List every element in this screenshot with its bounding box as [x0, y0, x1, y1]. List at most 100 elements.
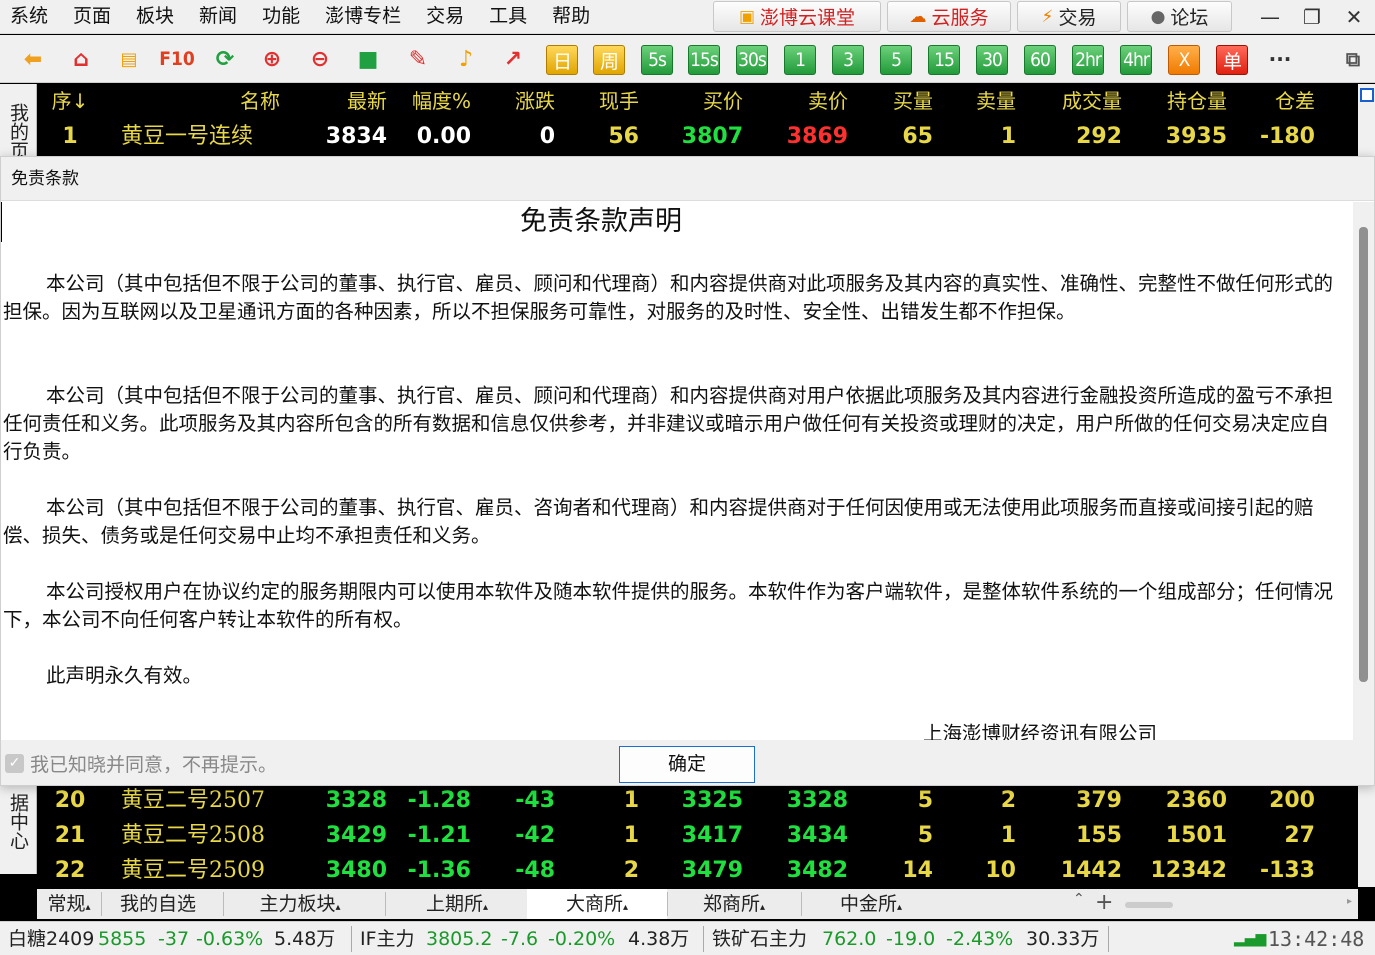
- cloud-service-button[interactable]: ☁ 云服务: [887, 1, 1011, 32]
- tab-general[interactable]: 常规▴: [37, 889, 101, 919]
- dialog-scroll-thumb[interactable]: [1359, 227, 1368, 682]
- agree-checkbox[interactable]: ✓ 我已知晓并同意，不再提示。: [5, 750, 277, 777]
- trade-button[interactable]: ⚡ 交易: [1017, 1, 1121, 32]
- dialog-scrollbar[interactable]: [1353, 202, 1374, 740]
- period-30m-button[interactable]: 30: [976, 45, 1008, 75]
- signal-icon: ▂▄▆: [1234, 931, 1267, 947]
- menu-system[interactable]: 系统: [0, 0, 48, 34]
- minimize-icon[interactable]: —: [1249, 0, 1291, 34]
- clock: 13:42:48: [1268, 927, 1365, 951]
- period-3m-button[interactable]: 3: [832, 45, 864, 75]
- col-bid[interactable]: 买价: [653, 84, 743, 119]
- zoom-out-icon[interactable]: ⊖: [305, 44, 335, 74]
- tab-divider: [101, 892, 102, 916]
- row-volume: 292: [1076, 124, 1122, 149]
- collapse-up-icon[interactable]: ⌃: [1073, 891, 1085, 907]
- more-icon[interactable]: ···: [1265, 44, 1295, 74]
- window-stack-icon[interactable]: ■: [353, 44, 383, 74]
- column-settings-icon[interactable]: [1360, 88, 1374, 102]
- row-volume: 155: [1076, 823, 1122, 848]
- col-ask[interactable]: 卖价: [758, 84, 848, 119]
- row-oi: 3935: [1165, 124, 1227, 149]
- period-60m-button[interactable]: 60: [1024, 45, 1056, 75]
- tab-label: 上期所: [425, 893, 483, 915]
- period-15s-button[interactable]: 15s: [688, 45, 720, 75]
- period-5m-button[interactable]: 5: [880, 45, 912, 75]
- window-controls: — ❐ ✕: [1249, 0, 1375, 34]
- tab-cffex[interactable]: 中金所▴: [803, 889, 939, 919]
- period-week-button[interactable]: 周: [593, 45, 625, 75]
- menu-sector[interactable]: 板块: [126, 0, 174, 34]
- close-chart-button[interactable]: X: [1168, 45, 1200, 75]
- tab-main-sector[interactable]: 主力板块▴: [225, 889, 375, 919]
- menu-function[interactable]: 功能: [252, 0, 300, 34]
- back-arrow-icon[interactable]: ⬅: [18, 44, 48, 74]
- col-bid-vol[interactable]: 买量: [843, 84, 933, 119]
- table-row[interactable]: 1 黄豆一号连续 3834 0.00 0 56 3807 3869 65 1 2…: [37, 119, 1358, 154]
- ticker-name[interactable]: 铁矿石主力: [712, 922, 807, 955]
- col-vol-now[interactable]: 现手: [549, 84, 639, 119]
- table-row[interactable]: 21 黄豆二号2508 3429 -1.21 -42 1 3417 3434 5…: [37, 818, 1358, 853]
- row-last: 3834: [325, 124, 387, 149]
- zoom-in-icon[interactable]: ⊕: [257, 44, 287, 74]
- tab-dce[interactable]: 大商所▴: [527, 889, 667, 919]
- col-chg[interactable]: 涨跌: [465, 84, 555, 119]
- alarm-bell-icon[interactable]: ♪: [451, 44, 481, 74]
- table-row[interactable]: 20 黄豆二号2507 3328 -1.28 -43 1 3325 3328 5…: [37, 783, 1358, 818]
- forum-button[interactable]: ● 论坛: [1127, 1, 1232, 32]
- popout-icon[interactable]: ⧉: [1338, 44, 1368, 74]
- f10-button[interactable]: F10: [158, 44, 196, 74]
- menu-news[interactable]: 新闻: [189, 0, 237, 34]
- col-last[interactable]: 最新: [297, 84, 387, 119]
- refresh-icon[interactable]: ⟳: [210, 44, 240, 74]
- menu-list: 系统 页面 板块 新闻 功能 澎博专栏 交易 工具 帮助: [0, 0, 605, 34]
- confirm-button[interactable]: 确定: [619, 746, 755, 783]
- row-pct: -1.36: [407, 858, 471, 883]
- horizontal-scroll-thumb[interactable]: [1125, 902, 1173, 908]
- menu-help[interactable]: 帮助: [542, 0, 590, 34]
- tab-shfe[interactable]: 上期所▴: [387, 889, 527, 919]
- col-pct[interactable]: 幅度%: [381, 84, 471, 119]
- menu-tools[interactable]: 工具: [479, 0, 527, 34]
- data-center-label[interactable]: 据中心: [0, 786, 36, 856]
- toolbar: ⬅ ⌂ ▤ F10 ⟳ ⊕ ⊖ ■ ✎ ♪ ↗ 日 周 5s 15s 30s 1…: [0, 35, 1375, 83]
- menu-column[interactable]: 澎博专栏: [315, 0, 401, 34]
- trend-up-icon[interactable]: ↗: [498, 44, 528, 74]
- row-ask-vol: 1: [1000, 124, 1016, 149]
- home-icon[interactable]: ⌂: [66, 44, 96, 74]
- add-tab-icon[interactable]: +: [1095, 889, 1113, 917]
- col-volume[interactable]: 成交量: [1032, 84, 1122, 119]
- note-icon[interactable]: ▤: [114, 44, 144, 74]
- menu-page[interactable]: 页面: [63, 0, 111, 34]
- maximize-icon[interactable]: ❐: [1291, 0, 1333, 34]
- pen-draw-icon[interactable]: ✎: [403, 44, 433, 74]
- period-day-button[interactable]: 日: [546, 45, 578, 75]
- tab-label: 主力板块: [259, 893, 336, 915]
- ticker-name[interactable]: 白糖2409: [8, 922, 94, 955]
- tab-czce[interactable]: 郑商所▴: [669, 889, 799, 919]
- period-15m-button[interactable]: 15: [928, 45, 960, 75]
- col-ask-vol[interactable]: 卖量: [926, 84, 1016, 119]
- col-oi[interactable]: 持仓量: [1137, 84, 1227, 119]
- ticker-change: -7.6: [501, 928, 539, 950]
- row-vol-now: 2: [623, 858, 639, 883]
- period-30s-button[interactable]: 30s: [736, 45, 768, 75]
- scroll-right-icon[interactable]: ▸: [1347, 896, 1352, 907]
- checkbox-check-icon[interactable]: ✓: [5, 754, 24, 773]
- col-seq[interactable]: 序↓: [47, 84, 93, 119]
- col-oi-chg[interactable]: 仓差: [1225, 84, 1315, 119]
- period-1m-button[interactable]: 1: [784, 45, 816, 75]
- row-volume: 379: [1076, 788, 1122, 813]
- ticker-name[interactable]: IF主力: [360, 922, 415, 955]
- tab-watchlist[interactable]: 我的自选: [103, 889, 213, 919]
- table-row[interactable]: 22 黄豆二号2509 3480 -1.36 -48 2 3479 3482 1…: [37, 853, 1358, 888]
- row-chg: 0: [539, 124, 555, 149]
- period-4hr-button[interactable]: 4hr: [1120, 45, 1152, 75]
- disclaimer-paragraph: 本公司授权用户在协议约定的服务期限内可以使用本软件及随本软件提供的服务。本软件作…: [3, 580, 1334, 631]
- cloud-classroom-button[interactable]: ▣ 澎博云课堂: [713, 1, 881, 32]
- period-5s-button[interactable]: 5s: [641, 45, 673, 75]
- close-icon[interactable]: ✕: [1333, 0, 1375, 34]
- order-button[interactable]: 单: [1216, 45, 1248, 75]
- period-2hr-button[interactable]: 2hr: [1072, 45, 1104, 75]
- menu-trade[interactable]: 交易: [416, 0, 464, 34]
